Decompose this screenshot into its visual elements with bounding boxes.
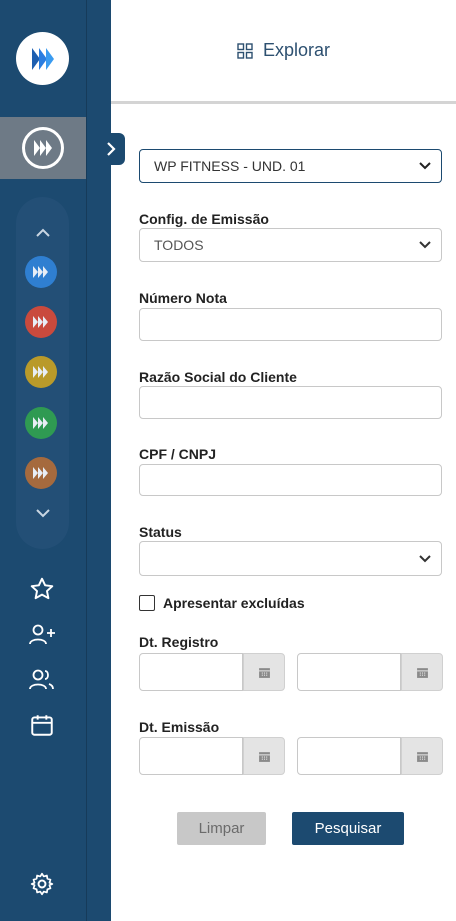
registro-label: Dt. Registro [139,634,219,650]
calendar-icon [258,751,270,762]
expand-sidebar-button[interactable] [97,133,125,165]
registro-end-calendar-button[interactable] [401,653,443,691]
config-select-value: TODOS [154,237,204,253]
emissao-label: Dt. Emissão [139,719,220,735]
chevron-right-icon [107,142,116,156]
calendar-icon [416,667,428,678]
cpf-input[interactable] [139,464,442,496]
excluidas-row[interactable]: Apresentar excluídas [139,595,305,611]
status-label: Status [139,524,182,540]
emissao-end-input[interactable] [297,737,401,775]
active-app[interactable] [0,117,86,179]
app-rail [16,197,69,549]
status-select[interactable] [139,541,442,576]
header: Explorar [111,0,456,104]
excluidas-label: Apresentar excluídas [163,595,305,611]
add-user-icon[interactable] [26,619,58,651]
sidebar [0,0,86,921]
calendar-icon [258,667,270,678]
config-select[interactable]: TODOS [139,228,442,262]
unit-select[interactable]: WP FITNESS - UND. 01 [139,149,442,183]
gear-icon[interactable] [26,868,58,900]
calendar-icon[interactable] [26,709,58,741]
chevron-up-icon[interactable] [16,221,69,245]
excluidas-checkbox[interactable] [139,595,155,611]
registro-start-calendar-button[interactable] [243,653,285,691]
grid-icon [237,42,253,59]
app-blue[interactable] [25,256,57,288]
app-green[interactable] [25,407,57,439]
registro-end-input[interactable] [297,653,401,691]
razao-input[interactable] [139,386,442,419]
cpf-label: CPF / CNPJ [139,446,217,462]
numero-label: Número Nota [139,290,227,306]
explore-link[interactable]: Explorar [237,40,330,61]
app-red[interactable] [25,306,57,338]
search-button[interactable]: Pesquisar [292,812,404,845]
users-icon[interactable] [26,664,58,696]
brand-logo[interactable] [16,32,69,85]
numero-input[interactable] [139,308,442,341]
chevron-down-icon[interactable] [16,501,69,525]
star-icon[interactable] [26,573,58,605]
emissao-start-input[interactable] [139,737,243,775]
brand-logo-icon [31,47,54,70]
calendar-icon [416,751,428,762]
config-label: Config. de Emissão [139,211,269,227]
unit-select-value: WP FITNESS - UND. 01 [154,158,306,174]
emissao-end-calendar-button[interactable] [401,737,443,775]
explore-label: Explorar [262,40,331,60]
registro-start-input[interactable] [139,653,243,691]
app-gold[interactable] [25,356,57,388]
chevron-down-icon [419,241,431,249]
chevron-down-icon [419,162,431,170]
emissao-start-calendar-button[interactable] [243,737,285,775]
app-brown[interactable] [25,457,57,489]
active-app-icon [22,127,64,169]
razao-label: Razão Social do Cliente [139,369,297,385]
chevron-down-icon [419,554,431,562]
clear-button[interactable]: Limpar [177,812,266,845]
